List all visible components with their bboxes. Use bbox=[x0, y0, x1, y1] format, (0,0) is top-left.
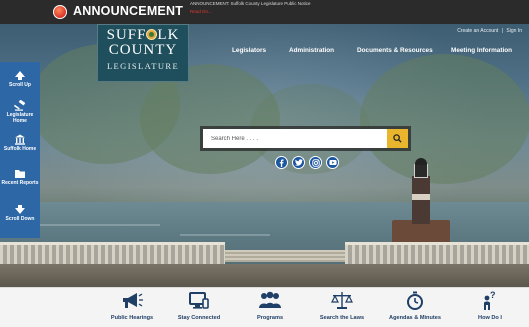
stone-steps bbox=[225, 250, 345, 262]
sign-in-link[interactable]: Sign In bbox=[506, 28, 522, 34]
rail-label: Scroll Up bbox=[9, 82, 31, 88]
balustrade-right bbox=[345, 242, 529, 264]
quick-link-label: Programs bbox=[256, 315, 284, 321]
announcement-title: ANNOUNCEMENT bbox=[73, 4, 184, 18]
rail-label: Recent Reports bbox=[1, 180, 39, 186]
quick-link-search-laws[interactable]: Search the Laws bbox=[307, 290, 377, 321]
nav-documents-resources[interactable]: Documents & Resources bbox=[357, 47, 433, 54]
quick-link-label: Search the Laws bbox=[319, 315, 365, 321]
quick-links-bar: Public Hearings Stay Connected Programs … bbox=[0, 287, 529, 327]
account-separator: | bbox=[501, 28, 504, 34]
alert-icon bbox=[53, 5, 67, 19]
rail-recent-reports[interactable]: Recent Reports bbox=[0, 168, 40, 186]
logo-text-suff: SUFF bbox=[106, 27, 147, 43]
rail-label: Legislature Home bbox=[6, 112, 34, 124]
main-nav: Legislators Administration Documents & R… bbox=[218, 47, 529, 61]
instagram-icon bbox=[311, 159, 320, 167]
rail-legislature-home[interactable]: Legislature Home bbox=[0, 100, 40, 124]
quick-link-how-do-i[interactable]: ? How Do I bbox=[455, 290, 525, 321]
nav-meeting-information[interactable]: Meeting Information bbox=[451, 47, 512, 54]
announcement-bar: ANNOUNCEMENT ANNOUNCEMENT: Suffolk Count… bbox=[0, 0, 529, 24]
lighthouse-lamp bbox=[414, 164, 428, 178]
quick-link-public-hearings[interactable]: Public Hearings bbox=[97, 290, 167, 321]
lighthouse-top bbox=[415, 158, 427, 165]
rail-label: Scroll Down bbox=[5, 216, 35, 222]
site-logo[interactable]: SUFF LK COUNTY LEGISLATURE bbox=[97, 24, 189, 82]
quick-link-label: How Do I bbox=[478, 315, 502, 321]
rail-scroll-up[interactable]: Scroll Up bbox=[0, 70, 40, 88]
gavel-icon bbox=[14, 100, 26, 111]
ground bbox=[0, 264, 529, 287]
logo-line-1: SUFF LK bbox=[98, 28, 188, 43]
quick-link-label: Public Hearings bbox=[110, 315, 154, 321]
balustrade-left bbox=[0, 242, 225, 264]
scales-icon bbox=[331, 292, 353, 309]
create-account-link[interactable]: Create an Account bbox=[457, 28, 498, 34]
quick-link-agendas-minutes[interactable]: Agendas & Minutes bbox=[380, 290, 450, 321]
rail-scroll-down[interactable]: Scroll Down bbox=[0, 204, 40, 222]
quick-link-label: Stay Connected bbox=[177, 315, 221, 321]
stopwatch-icon bbox=[407, 291, 423, 310]
logo-line-2: COUNTY bbox=[108, 42, 178, 58]
facebook-link[interactable] bbox=[275, 156, 288, 169]
search-input[interactable] bbox=[203, 129, 387, 148]
read-more-link[interactable]: Read On... bbox=[190, 9, 212, 14]
building-icon bbox=[15, 134, 25, 145]
twitter-icon bbox=[294, 159, 303, 166]
water-ripple bbox=[180, 234, 270, 236]
megaphone-icon bbox=[123, 293, 143, 308]
water-ripple bbox=[40, 224, 160, 226]
search-button[interactable] bbox=[387, 129, 408, 148]
nav-administration[interactable]: Administration bbox=[289, 47, 334, 54]
logo-line-3: LEGISLATURE bbox=[106, 61, 180, 71]
quick-nav-rail: Scroll Up Legislature Home Suffolk Home … bbox=[0, 62, 40, 238]
youtube-icon bbox=[328, 160, 337, 165]
account-links: Create an Account | Sign In bbox=[456, 28, 523, 34]
nav-legislators[interactable]: Legislators bbox=[232, 47, 266, 54]
question-person-icon: ? bbox=[484, 290, 496, 310]
county-seal-icon bbox=[146, 29, 158, 40]
logo-text-lk: LK bbox=[157, 27, 180, 43]
quick-link-stay-connected[interactable]: Stay Connected bbox=[164, 290, 234, 321]
rail-label: Suffolk Home bbox=[3, 146, 37, 152]
arrow-up-icon bbox=[15, 71, 25, 80]
search-box bbox=[200, 126, 411, 151]
tree-foliage bbox=[360, 54, 529, 184]
arrow-down-icon bbox=[15, 205, 25, 214]
lighthouse-band bbox=[412, 194, 430, 200]
rail-suffolk-home[interactable]: Suffolk Home bbox=[0, 134, 40, 152]
youtube-link[interactable] bbox=[326, 156, 339, 169]
twitter-link[interactable] bbox=[292, 156, 305, 169]
search-icon bbox=[393, 134, 402, 143]
seal-center bbox=[149, 32, 155, 37]
folder-icon bbox=[15, 170, 25, 178]
quick-link-programs[interactable]: Programs bbox=[235, 290, 305, 321]
svg-text:?: ? bbox=[490, 290, 496, 300]
people-icon bbox=[259, 291, 281, 308]
quick-link-label: Agendas & Minutes bbox=[389, 315, 441, 321]
hero-background bbox=[0, 24, 529, 287]
announcement-text: ANNOUNCEMENT: Suffolk County Legislature… bbox=[190, 1, 311, 6]
lighthouse-tower bbox=[412, 176, 430, 224]
instagram-link[interactable] bbox=[309, 156, 322, 169]
facebook-icon bbox=[279, 159, 284, 167]
monitor-icon bbox=[189, 292, 209, 309]
